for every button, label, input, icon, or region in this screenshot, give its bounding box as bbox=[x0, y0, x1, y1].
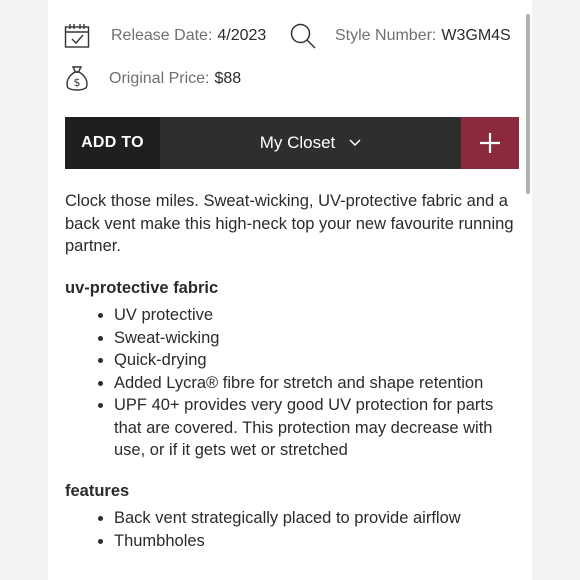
list-item: Sweat-wicking bbox=[114, 327, 520, 350]
style-number-row: Style Number: W3GM4S bbox=[289, 22, 511, 50]
list-item: UPF 40+ provides very good UV protection… bbox=[114, 394, 520, 462]
section-title-uv-fabric: uv-protective fabric bbox=[65, 278, 219, 297]
money-bag-icon: $ bbox=[64, 65, 90, 93]
product-description: Clock those miles. Sweat-wicking, UV-pro… bbox=[65, 190, 520, 570]
chevron-down-icon bbox=[349, 139, 361, 147]
list-item: Back vent strategically placed to provid… bbox=[114, 507, 520, 530]
uv-fabric-list: UV protective Sweat-wicking Quick-drying… bbox=[65, 304, 520, 462]
release-date-label: Release Date: bbox=[111, 27, 213, 44]
add-to-label: ADD TO bbox=[65, 117, 160, 169]
original-price-value: $88 bbox=[214, 70, 242, 87]
features-list: Back vent strategically placed to provid… bbox=[65, 507, 520, 552]
add-to-bar: ADD TO My Closet bbox=[65, 117, 519, 169]
release-date-row: Release Date: 4/2023 bbox=[63, 22, 266, 50]
search-icon bbox=[289, 22, 317, 50]
list-item: Quick-drying bbox=[114, 349, 520, 372]
style-number-label: Style Number: bbox=[335, 27, 437, 44]
closet-dropdown[interactable]: My Closet bbox=[160, 117, 461, 169]
plus-icon bbox=[479, 132, 501, 154]
original-price-label: Original Price: bbox=[109, 70, 210, 87]
list-item: UV protective bbox=[114, 304, 520, 327]
style-number-value: W3GM4S bbox=[441, 27, 511, 44]
list-item: Thumbholes bbox=[114, 530, 520, 553]
svg-text:$: $ bbox=[74, 76, 81, 89]
scrollbar-thumb[interactable] bbox=[526, 14, 530, 194]
original-price-row: $ Original Price: $88 bbox=[64, 65, 241, 93]
description-text: Clock those miles. Sweat-wicking, UV-pro… bbox=[65, 192, 514, 255]
release-date-value: 4/2023 bbox=[217, 27, 267, 44]
section-title-features: features bbox=[65, 481, 130, 500]
add-button[interactable] bbox=[461, 117, 519, 169]
calendar-check-icon bbox=[63, 22, 91, 50]
list-item: Added Lycra® fibre for stretch and shape… bbox=[114, 372, 520, 395]
closet-dropdown-value: My Closet bbox=[259, 133, 336, 152]
